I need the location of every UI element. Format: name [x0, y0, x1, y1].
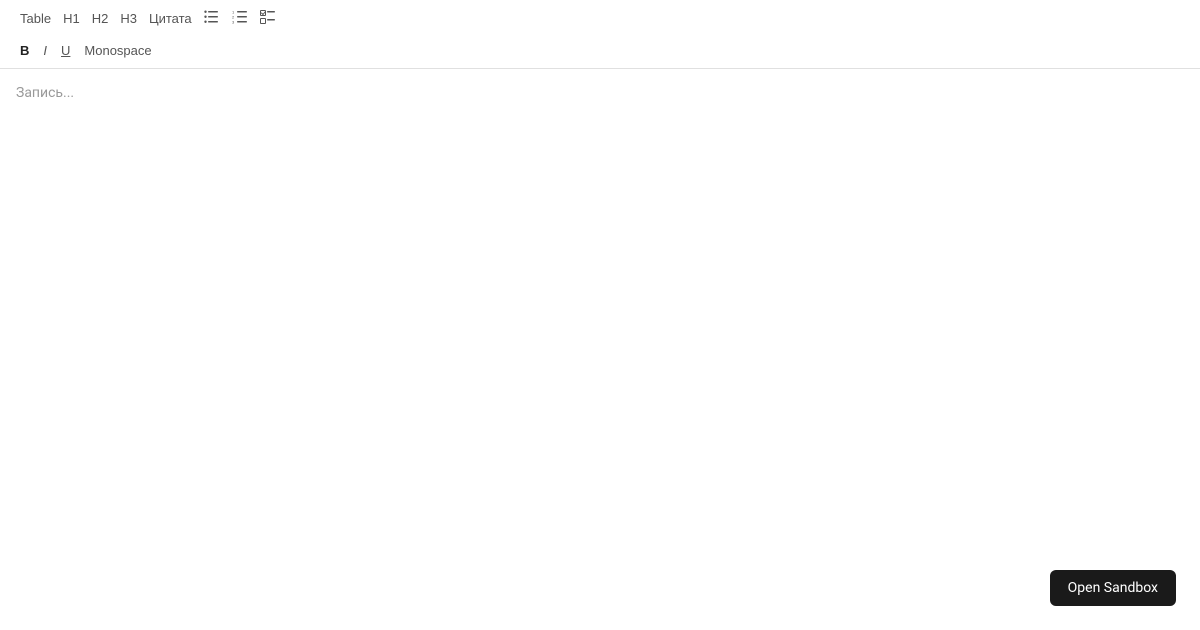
todo-list-button[interactable] [256, 8, 280, 29]
h3-button[interactable]: H3 [116, 9, 141, 28]
unordered-list-icon [204, 10, 220, 24]
bold-button[interactable]: B [16, 41, 33, 60]
todo-list-icon [260, 10, 276, 24]
quote-button[interactable]: Цитата [145, 9, 196, 28]
unordered-list-button[interactable] [200, 8, 224, 29]
open-sandbox-button[interactable]: Open Sandbox [1050, 570, 1176, 606]
toolbar-row2: B I U Monospace [0, 37, 1200, 68]
underline-button[interactable]: U [57, 41, 74, 60]
editor-area[interactable]: Запись... [0, 69, 1200, 569]
toolbar-row1: Table H1 H2 H3 Цитата 1 2 3 [0, 0, 1200, 37]
h2-button[interactable]: H2 [88, 9, 113, 28]
editor-placeholder: Запись... [16, 85, 74, 101]
table-button[interactable]: Table [16, 9, 55, 28]
italic-button[interactable]: I [39, 41, 51, 60]
ordered-list-icon: 1 2 3 [232, 10, 248, 24]
h1-button[interactable]: H1 [59, 9, 84, 28]
monospace-button[interactable]: Monospace [80, 41, 155, 60]
svg-text:3: 3 [232, 20, 235, 25]
ordered-list-button[interactable]: 1 2 3 [228, 8, 252, 29]
